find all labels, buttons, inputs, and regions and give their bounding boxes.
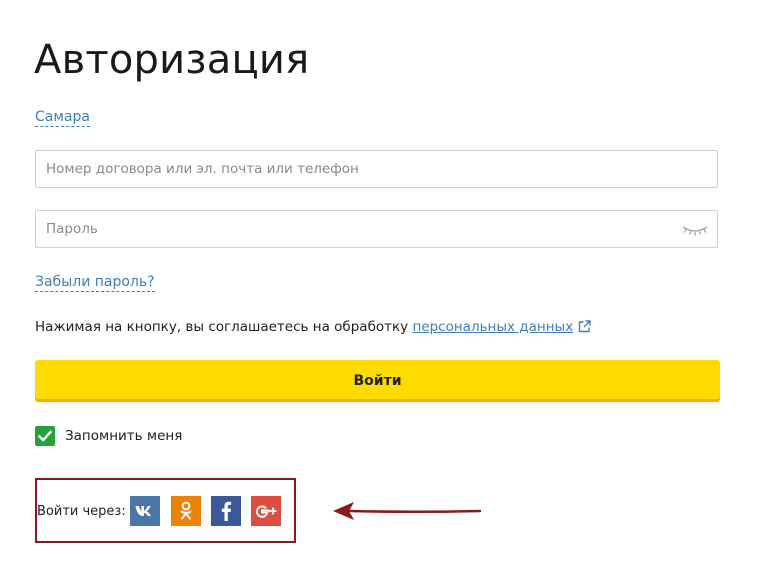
odnoklassniki-login-button[interactable] (171, 496, 201, 526)
vk-icon (135, 506, 151, 516)
consent-notice: Нажимая на кнопку, вы соглашаетесь на об… (35, 318, 591, 336)
remember-me-label: Запомнить меня (65, 428, 183, 444)
arrow-left-icon (333, 502, 482, 520)
checkmark-icon (38, 430, 52, 442)
social-login-highlight-box: Войти через: (35, 478, 296, 543)
city-selector-link[interactable]: Самара (35, 108, 90, 127)
vk-login-button[interactable] (130, 496, 160, 526)
forgot-password-link[interactable]: Забыли пароль? (35, 273, 155, 292)
external-link-icon[interactable] (578, 320, 591, 333)
login-input[interactable] (36, 151, 666, 187)
password-field-container (35, 210, 718, 248)
consent-text: Нажимая на кнопку, вы соглашаетесь на об… (35, 319, 413, 335)
personal-data-link[interactable]: персональных данных (412, 319, 573, 335)
social-login-label: Войти через: (37, 504, 126, 519)
odnoklassniki-icon (180, 501, 192, 520)
facebook-login-button[interactable] (211, 496, 241, 526)
google-plus-icon (255, 505, 277, 518)
remember-me-toggle[interactable]: Запомнить меня (35, 426, 182, 446)
remember-me-checkbox[interactable] (35, 426, 55, 446)
password-input[interactable] (36, 211, 666, 247)
google-plus-login-button[interactable] (251, 496, 281, 526)
page-title: Авторизация (34, 37, 310, 83)
login-field-container (35, 150, 718, 188)
login-submit-button[interactable]: Войти (35, 360, 720, 402)
eye-closed-icon[interactable] (681, 222, 709, 238)
facebook-icon (221, 501, 232, 521)
